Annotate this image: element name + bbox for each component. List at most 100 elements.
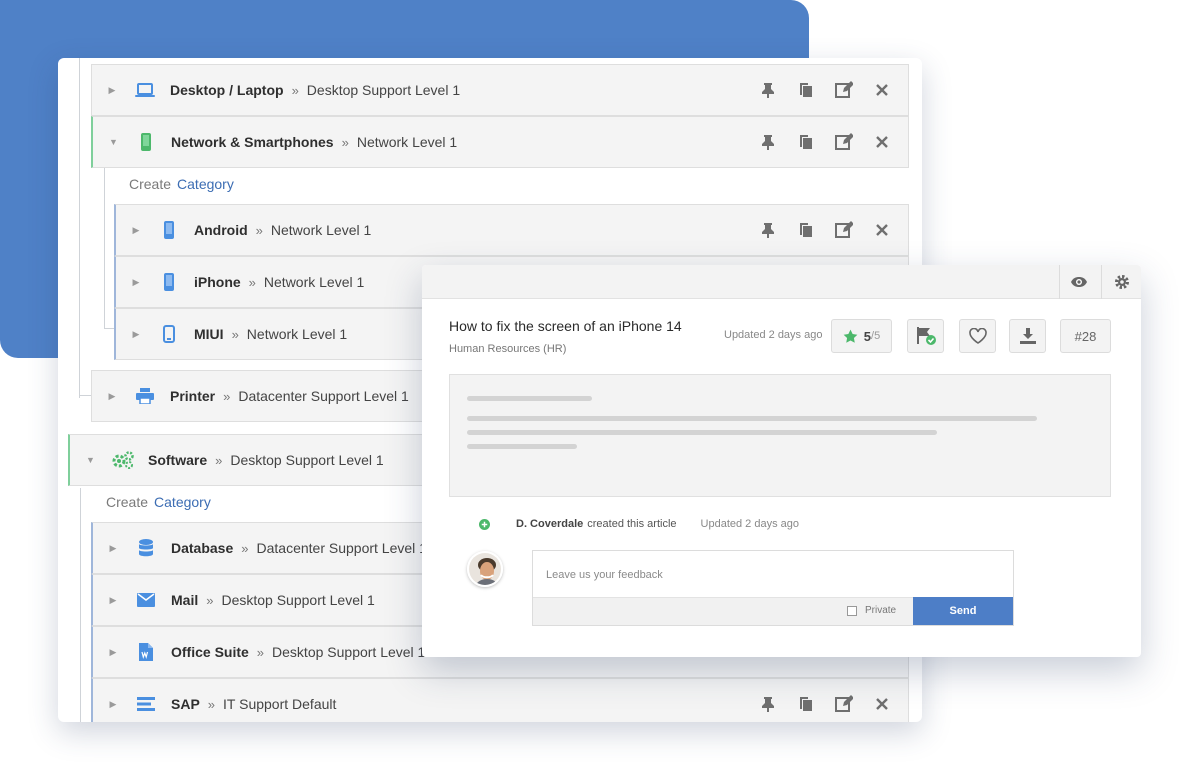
row-name: Printer (170, 388, 216, 404)
expand-arrow-icon[interactable]: ▶ (108, 391, 116, 402)
checkbox-icon[interactable] (847, 605, 857, 616)
copy-icon[interactable] (796, 132, 816, 152)
expand-arrow-icon[interactable]: ▶ (109, 595, 117, 606)
activity-entry: D. Coverdale created this article Update… (479, 518, 799, 530)
star-icon (843, 329, 858, 343)
expand-arrow-icon[interactable]: ▶ (132, 277, 140, 288)
expand-arrow-icon[interactable]: ▶ (108, 85, 116, 96)
row-separator: » (207, 696, 216, 712)
tree-row-network-smartphones[interactable]: ▼ Network & Smartphones » Network Level … (91, 116, 909, 168)
expand-arrow-icon[interactable]: ▶ (109, 699, 117, 710)
create-category-row: Create Category (106, 494, 211, 510)
row-level: Desktop Support Level 1 (272, 644, 426, 660)
create-label: Create (129, 176, 172, 192)
row-name: Office Suite (171, 644, 249, 660)
row-separator: » (231, 326, 239, 342)
edit-icon[interactable] (834, 80, 854, 100)
close-icon[interactable] (872, 694, 892, 714)
pin-icon[interactable] (758, 132, 778, 152)
eye-icon[interactable] (1059, 265, 1097, 299)
article-title[interactable]: How to fix the screen of an iPhone 14 (449, 318, 682, 334)
tree-row-desktop-laptop[interactable]: ▶ Desktop / Laptop » Desktop Support Lev… (91, 64, 909, 116)
phone-icon (158, 220, 180, 240)
collapse-arrow-icon[interactable]: ▼ (86, 455, 95, 465)
edit-icon[interactable] (834, 220, 854, 240)
row-name: Database (171, 540, 234, 556)
activity-author[interactable]: D. Coverdale (516, 518, 583, 530)
copy-icon[interactable] (796, 220, 816, 240)
close-icon[interactable] (872, 220, 892, 240)
rating-max: /5 (871, 330, 881, 342)
row-name: SAP (171, 696, 200, 712)
pin-icon[interactable] (758, 80, 778, 100)
row-name: iPhone (194, 274, 241, 290)
edit-icon[interactable] (834, 694, 854, 714)
row-name: Network & Smartphones (171, 134, 334, 150)
private-label: Private (865, 605, 897, 616)
expand-arrow-icon[interactable]: ▶ (132, 225, 140, 236)
row-level: IT Support Default (223, 696, 337, 712)
row-name: Desktop / Laptop (170, 82, 284, 98)
tree-line (79, 58, 80, 398)
row-separator: » (256, 644, 265, 660)
close-icon[interactable] (872, 132, 892, 152)
row-level: Network Level 1 (270, 222, 372, 238)
collapse-arrow-icon[interactable]: ▼ (109, 137, 118, 147)
flag-button[interactable] (907, 319, 944, 353)
pin-icon[interactable] (758, 694, 778, 714)
expand-arrow-icon[interactable]: ▶ (109, 647, 117, 658)
row-level: Network Level 1 (246, 326, 348, 342)
create-category-row: Create Category (129, 176, 234, 192)
row-level: Datacenter Support Level 1 (238, 388, 409, 404)
pin-icon[interactable] (758, 220, 778, 240)
phone-outline-icon (158, 324, 180, 344)
feedback-toolbar: Private Send (533, 597, 1013, 625)
download-icon (1019, 328, 1036, 344)
activity-action: created this article (587, 518, 677, 530)
tree-line (79, 395, 91, 396)
row-separator: » (341, 134, 349, 150)
row-name: Android (194, 222, 248, 238)
tree-row-android[interactable]: ▶ Android » Network Level 1 (114, 204, 909, 256)
edit-icon[interactable] (834, 132, 854, 152)
create-label: Create (106, 494, 149, 510)
article-card: How to fix the screen of an iPhone 14 Hu… (422, 265, 1141, 657)
laptop-icon (134, 80, 156, 100)
skeleton-line (467, 416, 1037, 421)
create-category-link[interactable]: Category (154, 494, 211, 510)
row-separator: » (248, 274, 256, 290)
download-button[interactable] (1009, 319, 1046, 353)
row-separator: » (291, 82, 299, 98)
article-content-placeholder (449, 374, 1111, 497)
avatar (467, 551, 503, 587)
feedback-input[interactable] (533, 551, 1013, 599)
tree-line (104, 168, 105, 328)
rating-button[interactable]: 5/5 (831, 319, 892, 353)
copy-icon[interactable] (796, 80, 816, 100)
gears-icon (112, 450, 134, 470)
copy-icon[interactable] (796, 694, 816, 714)
smartphone-icon (135, 132, 157, 152)
expand-arrow-icon[interactable]: ▶ (132, 329, 140, 340)
row-name: MIUI (194, 326, 224, 342)
row-separator: » (206, 592, 214, 608)
article-id-button[interactable]: #28 (1060, 319, 1111, 353)
private-checkbox[interactable]: Private (847, 605, 896, 616)
expand-arrow-icon[interactable]: ▶ (109, 543, 117, 554)
card-toolbar (422, 265, 1141, 299)
close-icon[interactable] (872, 80, 892, 100)
row-separator: » (255, 222, 263, 238)
create-category-link[interactable]: Category (177, 176, 234, 192)
skeleton-line (467, 430, 937, 435)
skeleton-line (467, 444, 577, 449)
heart-icon (968, 328, 987, 344)
favorite-button[interactable] (959, 319, 996, 353)
tree-row-sap[interactable]: ▶ SAP » IT Support Default (91, 678, 909, 722)
skeleton-line (467, 396, 592, 401)
send-button[interactable]: Send (913, 597, 1013, 625)
gear-icon[interactable] (1101, 265, 1141, 299)
row-level: Desktop Support Level 1 (221, 592, 375, 608)
feedback-box: Private Send (532, 550, 1014, 626)
activity-time: Updated 2 days ago (700, 518, 799, 530)
phone-icon (158, 272, 180, 292)
